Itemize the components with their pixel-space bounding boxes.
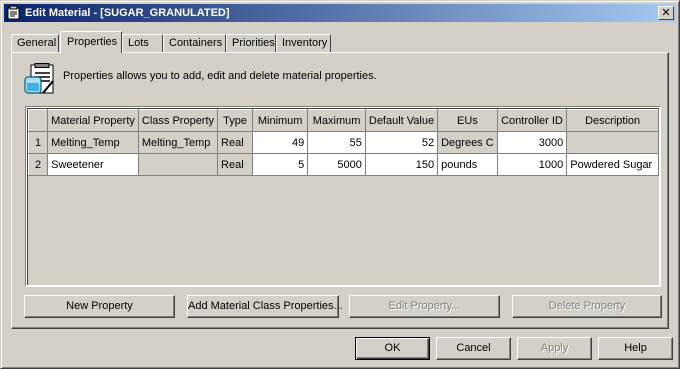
- window-title: Edit Material - [SUGAR_GRANULATED]: [25, 7, 230, 19]
- properties-notepad-icon: [24, 63, 54, 94]
- title-bar[interactable]: Edit Material - [SUGAR_GRANULATED] ✕: [4, 4, 676, 22]
- edit-property-button[interactable]: Edit Property...: [349, 295, 500, 318]
- cell-eus[interactable]: pounds: [437, 153, 498, 176]
- column-header[interactable]: EUs: [437, 109, 498, 132]
- help-button[interactable]: Help: [598, 337, 673, 360]
- table-row[interactable]: 1 Melting_Temp Melting_Temp Real 49 55 5…: [27, 131, 659, 154]
- close-icon: ✕: [661, 6, 671, 19]
- cell-maximum[interactable]: 5000: [307, 153, 366, 176]
- properties-grid[interactable]: Material Property Class Property Type Mi…: [25, 106, 661, 287]
- cancel-button[interactable]: Cancel: [436, 337, 511, 360]
- grid-background: Material Property Class Property Type Mi…: [27, 108, 659, 285]
- add-material-class-properties-button[interactable]: Add Material Class Properties...: [187, 295, 343, 318]
- tab-priorities[interactable]: Priorities: [226, 34, 276, 53]
- ok-button[interactable]: OK: [355, 337, 430, 360]
- column-header[interactable]: Controller ID: [496, 109, 568, 132]
- column-header[interactable]: Type: [217, 109, 254, 132]
- apply-button[interactable]: Apply: [517, 337, 592, 360]
- cell-type[interactable]: Real: [217, 131, 254, 154]
- column-header[interactable]: Description: [566, 109, 659, 132]
- cell-minimum[interactable]: 49: [252, 131, 309, 154]
- cell-type[interactable]: Real: [217, 153, 254, 176]
- cell-material-property[interactable]: Melting_Temp: [47, 131, 139, 154]
- cell-default-value[interactable]: 52: [365, 131, 439, 154]
- tab-lots[interactable]: Lots: [122, 34, 163, 53]
- row-number[interactable]: 1: [27, 131, 49, 154]
- column-header[interactable]: Minimum: [252, 109, 309, 132]
- tab-containers[interactable]: Containers: [163, 34, 226, 53]
- info-text: Properties allows you to add, edit and d…: [63, 70, 377, 82]
- cell-controller-id[interactable]: 3000: [497, 131, 568, 154]
- table-header-row: Material Property Class Property Type Mi…: [27, 109, 659, 132]
- column-header[interactable]: Default Value: [364, 109, 439, 132]
- cell-controller-id[interactable]: 1000: [497, 153, 568, 176]
- tab-general[interactable]: General: [11, 34, 59, 53]
- cell-minimum[interactable]: 5: [252, 153, 309, 176]
- cell-eus[interactable]: Degrees C: [437, 131, 498, 154]
- cell-default-value[interactable]: 150: [365, 153, 439, 176]
- tab-properties[interactable]: Properties: [60, 31, 122, 53]
- tab-inventory[interactable]: Inventory: [276, 34, 331, 53]
- cell-class-property[interactable]: [138, 153, 219, 176]
- tab-strip: General Properties Lots Containers Prior…: [11, 31, 671, 53]
- cell-class-property[interactable]: Melting_Temp: [138, 131, 219, 154]
- column-header[interactable]: Class Property: [137, 109, 219, 132]
- row-number[interactable]: 2: [27, 153, 49, 176]
- cell-material-property[interactable]: Sweetener: [47, 153, 139, 176]
- edit-material-dialog: Edit Material - [SUGAR_GRANULATED] ✕ Gen…: [0, 0, 680, 369]
- delete-property-button[interactable]: Delete Property: [512, 295, 662, 318]
- close-button[interactable]: ✕: [658, 6, 674, 20]
- cell-description[interactable]: [566, 131, 659, 154]
- table-row[interactable]: 2 Sweetener Real 5 5000 150 pounds 1000 …: [27, 153, 659, 176]
- cell-description[interactable]: Powdered Sugar: [566, 153, 659, 176]
- column-header[interactable]: Material Property: [47, 109, 139, 132]
- new-property-button[interactable]: New Property: [24, 295, 175, 318]
- cell-maximum[interactable]: 55: [307, 131, 366, 154]
- corner-header: [27, 109, 49, 132]
- properties-table: Material Property Class Property Type Mi…: [27, 109, 659, 176]
- material-app-icon: [7, 5, 20, 20]
- column-header[interactable]: Maximum: [307, 109, 366, 132]
